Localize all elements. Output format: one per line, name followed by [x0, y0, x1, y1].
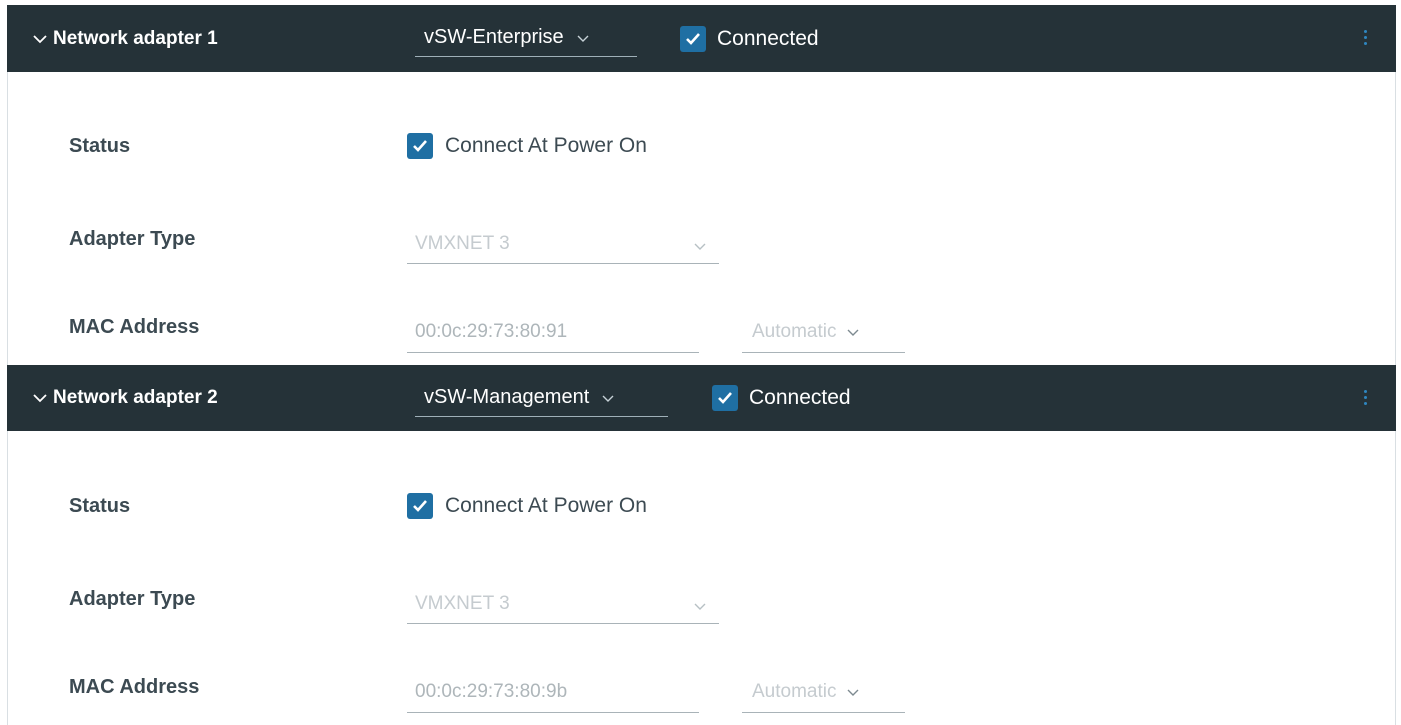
chevron-down-icon	[694, 603, 706, 610]
chevron-down-icon	[694, 243, 706, 250]
connect-at-power-on-checkbox[interactable]: Connect At Power On	[407, 493, 647, 519]
mac-address-value: 00:0c:29:73:80:91	[415, 321, 568, 342]
network-adapter-1-title: Network adapter 1	[53, 27, 218, 49]
kebab-menu-icon[interactable]	[1362, 387, 1368, 413]
mac-mode-select[interactable]: Automatic	[742, 672, 905, 713]
chevron-down-icon	[847, 689, 859, 696]
connected-label: Connected	[717, 26, 819, 50]
network-adapter-1-connected-checkbox[interactable]: Connected	[680, 5, 819, 72]
checkmark-icon	[407, 133, 433, 159]
chevron-down-icon	[602, 395, 614, 402]
network-adapter-2-section: Network adapter 2 vSW-Management Connect…	[7, 365, 1396, 725]
checkmark-icon	[680, 25, 706, 52]
kebab-menu-icon[interactable]	[1362, 27, 1368, 53]
checkmark-icon	[712, 385, 738, 411]
network-adapter-1-section: Network adapter 1 vSW-Enterprise Connect…	[7, 5, 1396, 365]
mac-address-input: 00:0c:29:73:80:91	[407, 312, 699, 353]
adapter-type-label: Adapter Type	[69, 588, 196, 610]
mac-address-label: MAC Address	[69, 316, 200, 338]
chevron-down-icon	[847, 329, 859, 336]
adapter-type-label: Adapter Type	[69, 228, 196, 250]
mac-address-input: 00:0c:29:73:80:9b	[407, 672, 699, 713]
adapter-type-select: VMXNET 3	[407, 225, 719, 264]
status-label: Status	[69, 135, 131, 157]
chevron-down-icon	[577, 35, 589, 42]
network-adapter-1-toggle[interactable]: Network adapter 1	[31, 5, 218, 72]
connect-at-power-on-label: Connect At Power On	[445, 134, 647, 157]
mac-address-label: MAC Address	[69, 676, 200, 698]
adapter-type-value: VMXNET 3	[415, 233, 510, 254]
chevron-down-icon	[33, 394, 47, 403]
network-adapter-2-network-select[interactable]: vSW-Management	[415, 379, 668, 417]
vm-hardware-panel: Network adapter 1 vSW-Enterprise Connect…	[0, 0, 1401, 725]
checkmark-icon	[407, 493, 433, 519]
network-select-value: vSW-Enterprise	[424, 26, 564, 48]
connected-label: Connected	[749, 386, 851, 409]
network-adapter-2-title: Network adapter 2	[53, 387, 218, 408]
chevron-down-icon	[33, 34, 47, 43]
network-adapter-2-toggle[interactable]: Network adapter 2	[31, 365, 218, 431]
network-adapter-2-connected-checkbox[interactable]: Connected	[712, 365, 851, 431]
network-adapter-1-header: Network adapter 1 vSW-Enterprise Connect…	[7, 5, 1396, 72]
status-label: Status	[69, 495, 131, 517]
network-adapter-2-header: Network adapter 2 vSW-Management Connect…	[7, 365, 1396, 431]
mac-address-value: 00:0c:29:73:80:9b	[415, 681, 568, 702]
mac-mode-value: Automatic	[752, 681, 837, 702]
adapter-type-select: VMXNET 3	[407, 585, 719, 624]
network-adapter-1-network-select[interactable]: vSW-Enterprise	[415, 19, 637, 57]
mac-mode-value: Automatic	[752, 321, 837, 342]
network-select-value: vSW-Management	[424, 386, 590, 408]
connect-at-power-on-label: Connect At Power On	[445, 494, 647, 517]
connect-at-power-on-checkbox[interactable]: Connect At Power On	[407, 133, 647, 159]
mac-mode-select[interactable]: Automatic	[742, 312, 905, 353]
adapter-type-value: VMXNET 3	[415, 593, 510, 614]
